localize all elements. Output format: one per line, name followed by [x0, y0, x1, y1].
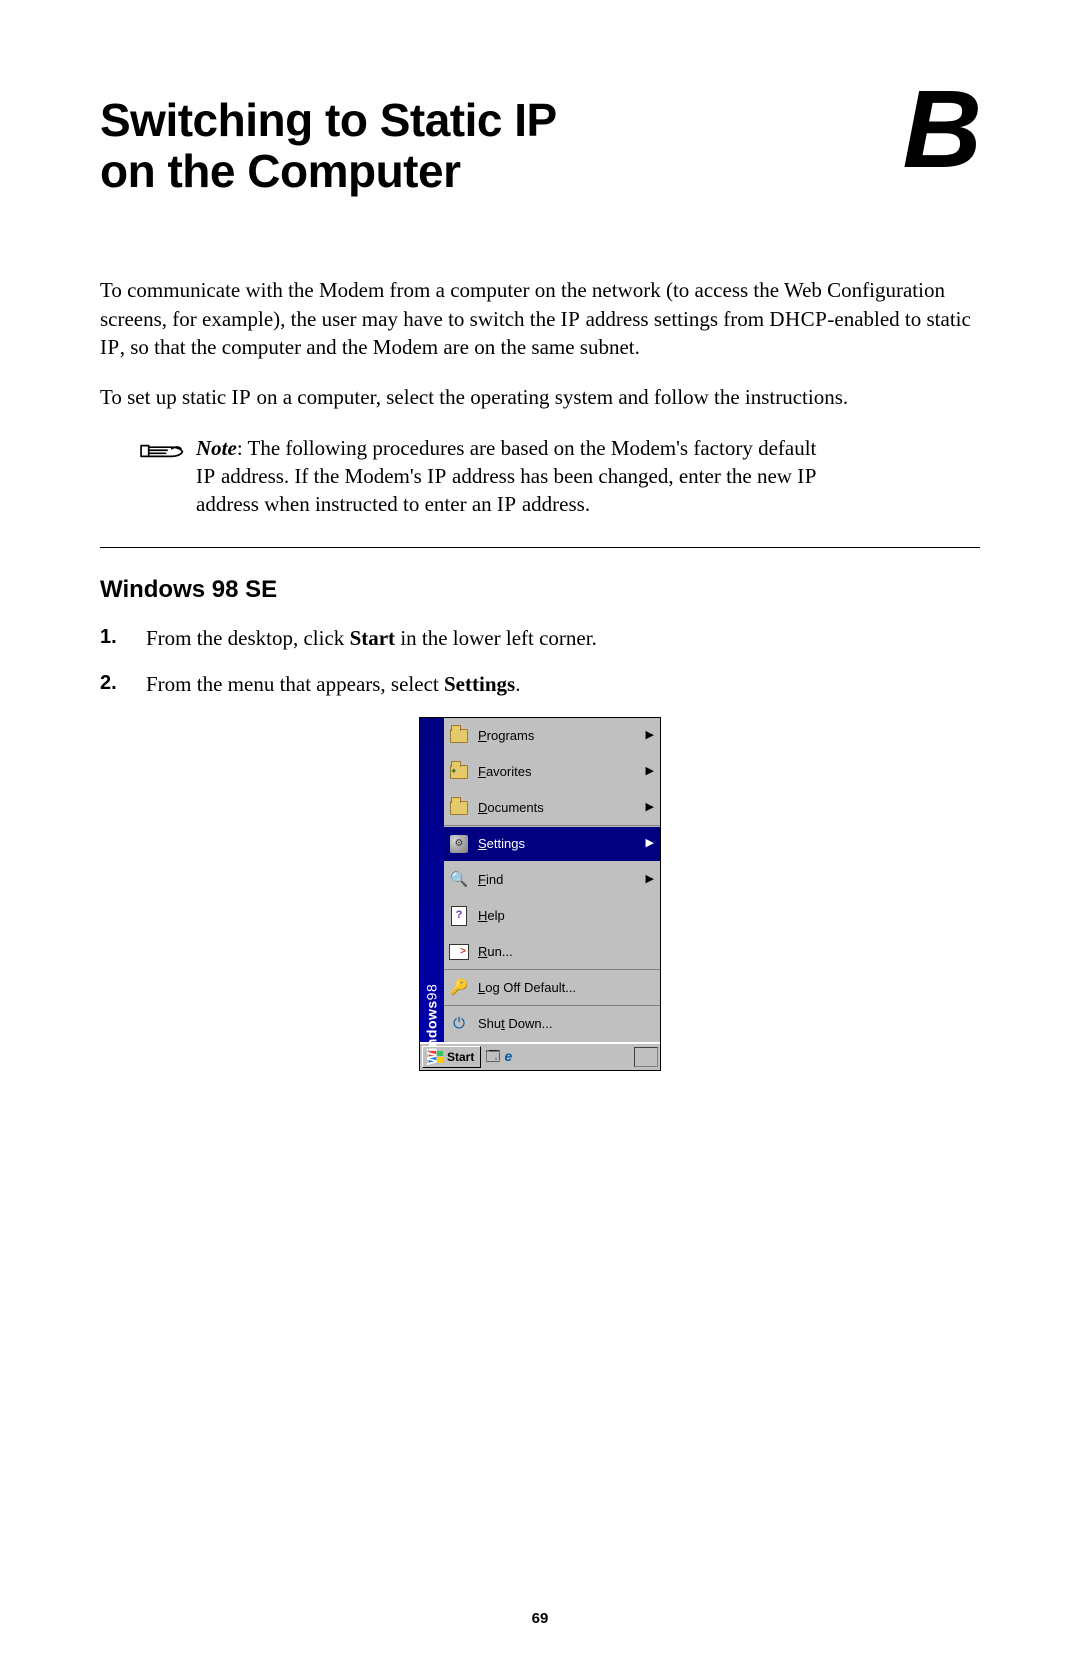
win98-start-menu: Windows98 Programs ▶ ✦ Favorites ▶ Documents ▶… — [419, 717, 661, 1071]
start-menu-items: Programs▶✦Favorites▶Documents▶Settings▶🔍… — [444, 718, 660, 1042]
step-1: 1. From the desktop, click Start in the … — [100, 624, 980, 652]
menu-item-label: Log Off Default... — [478, 979, 654, 997]
documents-icon — [448, 797, 470, 819]
menu-item-ocuments[interactable]: Documents ▶ — [444, 790, 660, 826]
text: From the menu that appears, select — [146, 672, 444, 696]
menu-item-ettings[interactable]: Settings ▶ — [444, 826, 660, 862]
submenu-arrow-icon: ▶ — [646, 836, 654, 851]
menu-item-ind[interactable]: 🔍 Find ▶ — [444, 862, 660, 898]
small-caps-ip: IP — [427, 464, 447, 488]
page: Switching to Static IP on the Computer B… — [0, 0, 1080, 1669]
bold-text: Settings — [444, 672, 515, 696]
submenu-arrow-icon: ▶ — [646, 764, 654, 779]
title-line-2: on the Computer — [100, 145, 460, 197]
appendix-letter: B — [903, 89, 980, 172]
bold-text: Start — [350, 626, 396, 650]
text: Windows — [424, 1000, 440, 1065]
menu-item-avorites[interactable]: ✦ Favorites ▶ — [444, 754, 660, 790]
find-icon: 🔍 — [448, 869, 470, 891]
small-caps-ip: IP — [196, 464, 216, 488]
menu-item-label: Shut Down... — [478, 1015, 654, 1033]
taskbar: Start 🗔 e — [420, 1042, 660, 1070]
note-text: Note: The following procedures are based… — [196, 434, 840, 519]
pointing-hand-icon — [138, 434, 184, 519]
step-text: From the desktop, click Start in the low… — [146, 624, 597, 652]
text: . — [515, 672, 520, 696]
help-icon — [448, 905, 470, 927]
step-2: 2. From the menu that appears, select Se… — [100, 670, 980, 698]
title-bar: Switching to Static IP on the Computer B — [100, 95, 980, 196]
text: , so that the computer and the Modem are… — [120, 335, 640, 359]
menu-item-label: Run... — [478, 943, 654, 961]
menu-item-rograms[interactable]: Programs ▶ — [444, 718, 660, 754]
small-caps-ip: IP — [561, 307, 581, 331]
quicklaunch-desktop-icon[interactable]: 🗔 — [485, 1047, 500, 1066]
shutdown-icon: ⏻ — [448, 1013, 470, 1035]
text: in the lower left corner. — [395, 626, 597, 650]
text: on a computer, select the operating syst… — [251, 385, 848, 409]
start-menu-sidebar: Windows98 — [420, 718, 444, 1042]
text: address when instructed to enter an — [196, 492, 497, 516]
step-number: 1. — [100, 624, 128, 652]
system-tray[interactable] — [634, 1047, 658, 1067]
steps-list: 1. From the desktop, click Start in the … — [100, 624, 980, 699]
settings-icon — [448, 833, 470, 855]
start-menu-body: Windows98 Programs ▶ ✦ Favorites ▶ Documents ▶… — [420, 718, 660, 1042]
appendix-title: Switching to Static IP on the Computer — [100, 95, 557, 196]
programs-icon — [448, 725, 470, 747]
menu-item-label: Documents — [478, 799, 638, 817]
menu-item-label: Favorites — [478, 763, 638, 781]
text: From the desktop, click — [146, 626, 350, 650]
text: : The following procedures are based on … — [237, 436, 817, 460]
text: To set up static — [100, 385, 232, 409]
title-line-1: Switching to Static IP — [100, 94, 557, 146]
step-number: 2. — [100, 670, 128, 698]
small-caps-dhcp: DHCP — [769, 307, 827, 331]
intro-paragraph-1: To communicate with the Modem from a com… — [100, 276, 980, 361]
menu-item-ogoffdefault[interactable]: 🔑 Log Off Default... — [444, 970, 660, 1006]
menu-item-elp[interactable]: Help — [444, 898, 660, 934]
text: 98 — [424, 984, 440, 1001]
quicklaunch-ie-icon[interactable]: e — [505, 1047, 513, 1066]
run-icon — [448, 941, 470, 963]
step-text: From the menu that appears, select Setti… — [146, 670, 520, 698]
text: address settings from — [580, 307, 769, 331]
submenu-arrow-icon: ▶ — [646, 728, 654, 743]
menu-item-label: Help — [478, 907, 654, 925]
section-divider — [100, 547, 980, 548]
menu-item-un[interactable]: Run... — [444, 934, 660, 970]
favorites-icon: ✦ — [448, 761, 470, 783]
note-label: Note — [196, 436, 237, 460]
sidebar-brand: Windows98 — [423, 984, 442, 1065]
menu-item-label: Settings — [478, 835, 638, 853]
text: address. If the Modem's — [216, 464, 427, 488]
small-caps-ip: IP — [797, 464, 817, 488]
logoff-icon: 🔑 — [448, 977, 470, 999]
text: address. — [517, 492, 590, 516]
text: address has been changed, enter the new — [447, 464, 797, 488]
menu-item-shu[interactable]: ⏻ Shut Down... — [444, 1006, 660, 1042]
small-caps-ip: IP — [232, 385, 252, 409]
submenu-arrow-icon: ▶ — [646, 800, 654, 815]
menu-item-label: Find — [478, 871, 638, 889]
start-button-label: Start — [447, 1049, 474, 1065]
intro-paragraph-2: To set up static IP on a computer, selec… — [100, 383, 980, 411]
small-caps-ip: IP — [100, 335, 120, 359]
small-caps-ip: IP — [497, 492, 517, 516]
page-number: 69 — [0, 1609, 1080, 1629]
text: -enabled to static — [827, 307, 970, 331]
note-block: Note: The following procedures are based… — [138, 434, 980, 519]
section-heading: Windows 98 SE — [100, 574, 980, 606]
figure-start-menu: Windows98 Programs ▶ ✦ Favorites ▶ Documents ▶… — [100, 717, 980, 1071]
menu-item-label: Programs — [478, 727, 638, 745]
submenu-arrow-icon: ▶ — [646, 872, 654, 887]
